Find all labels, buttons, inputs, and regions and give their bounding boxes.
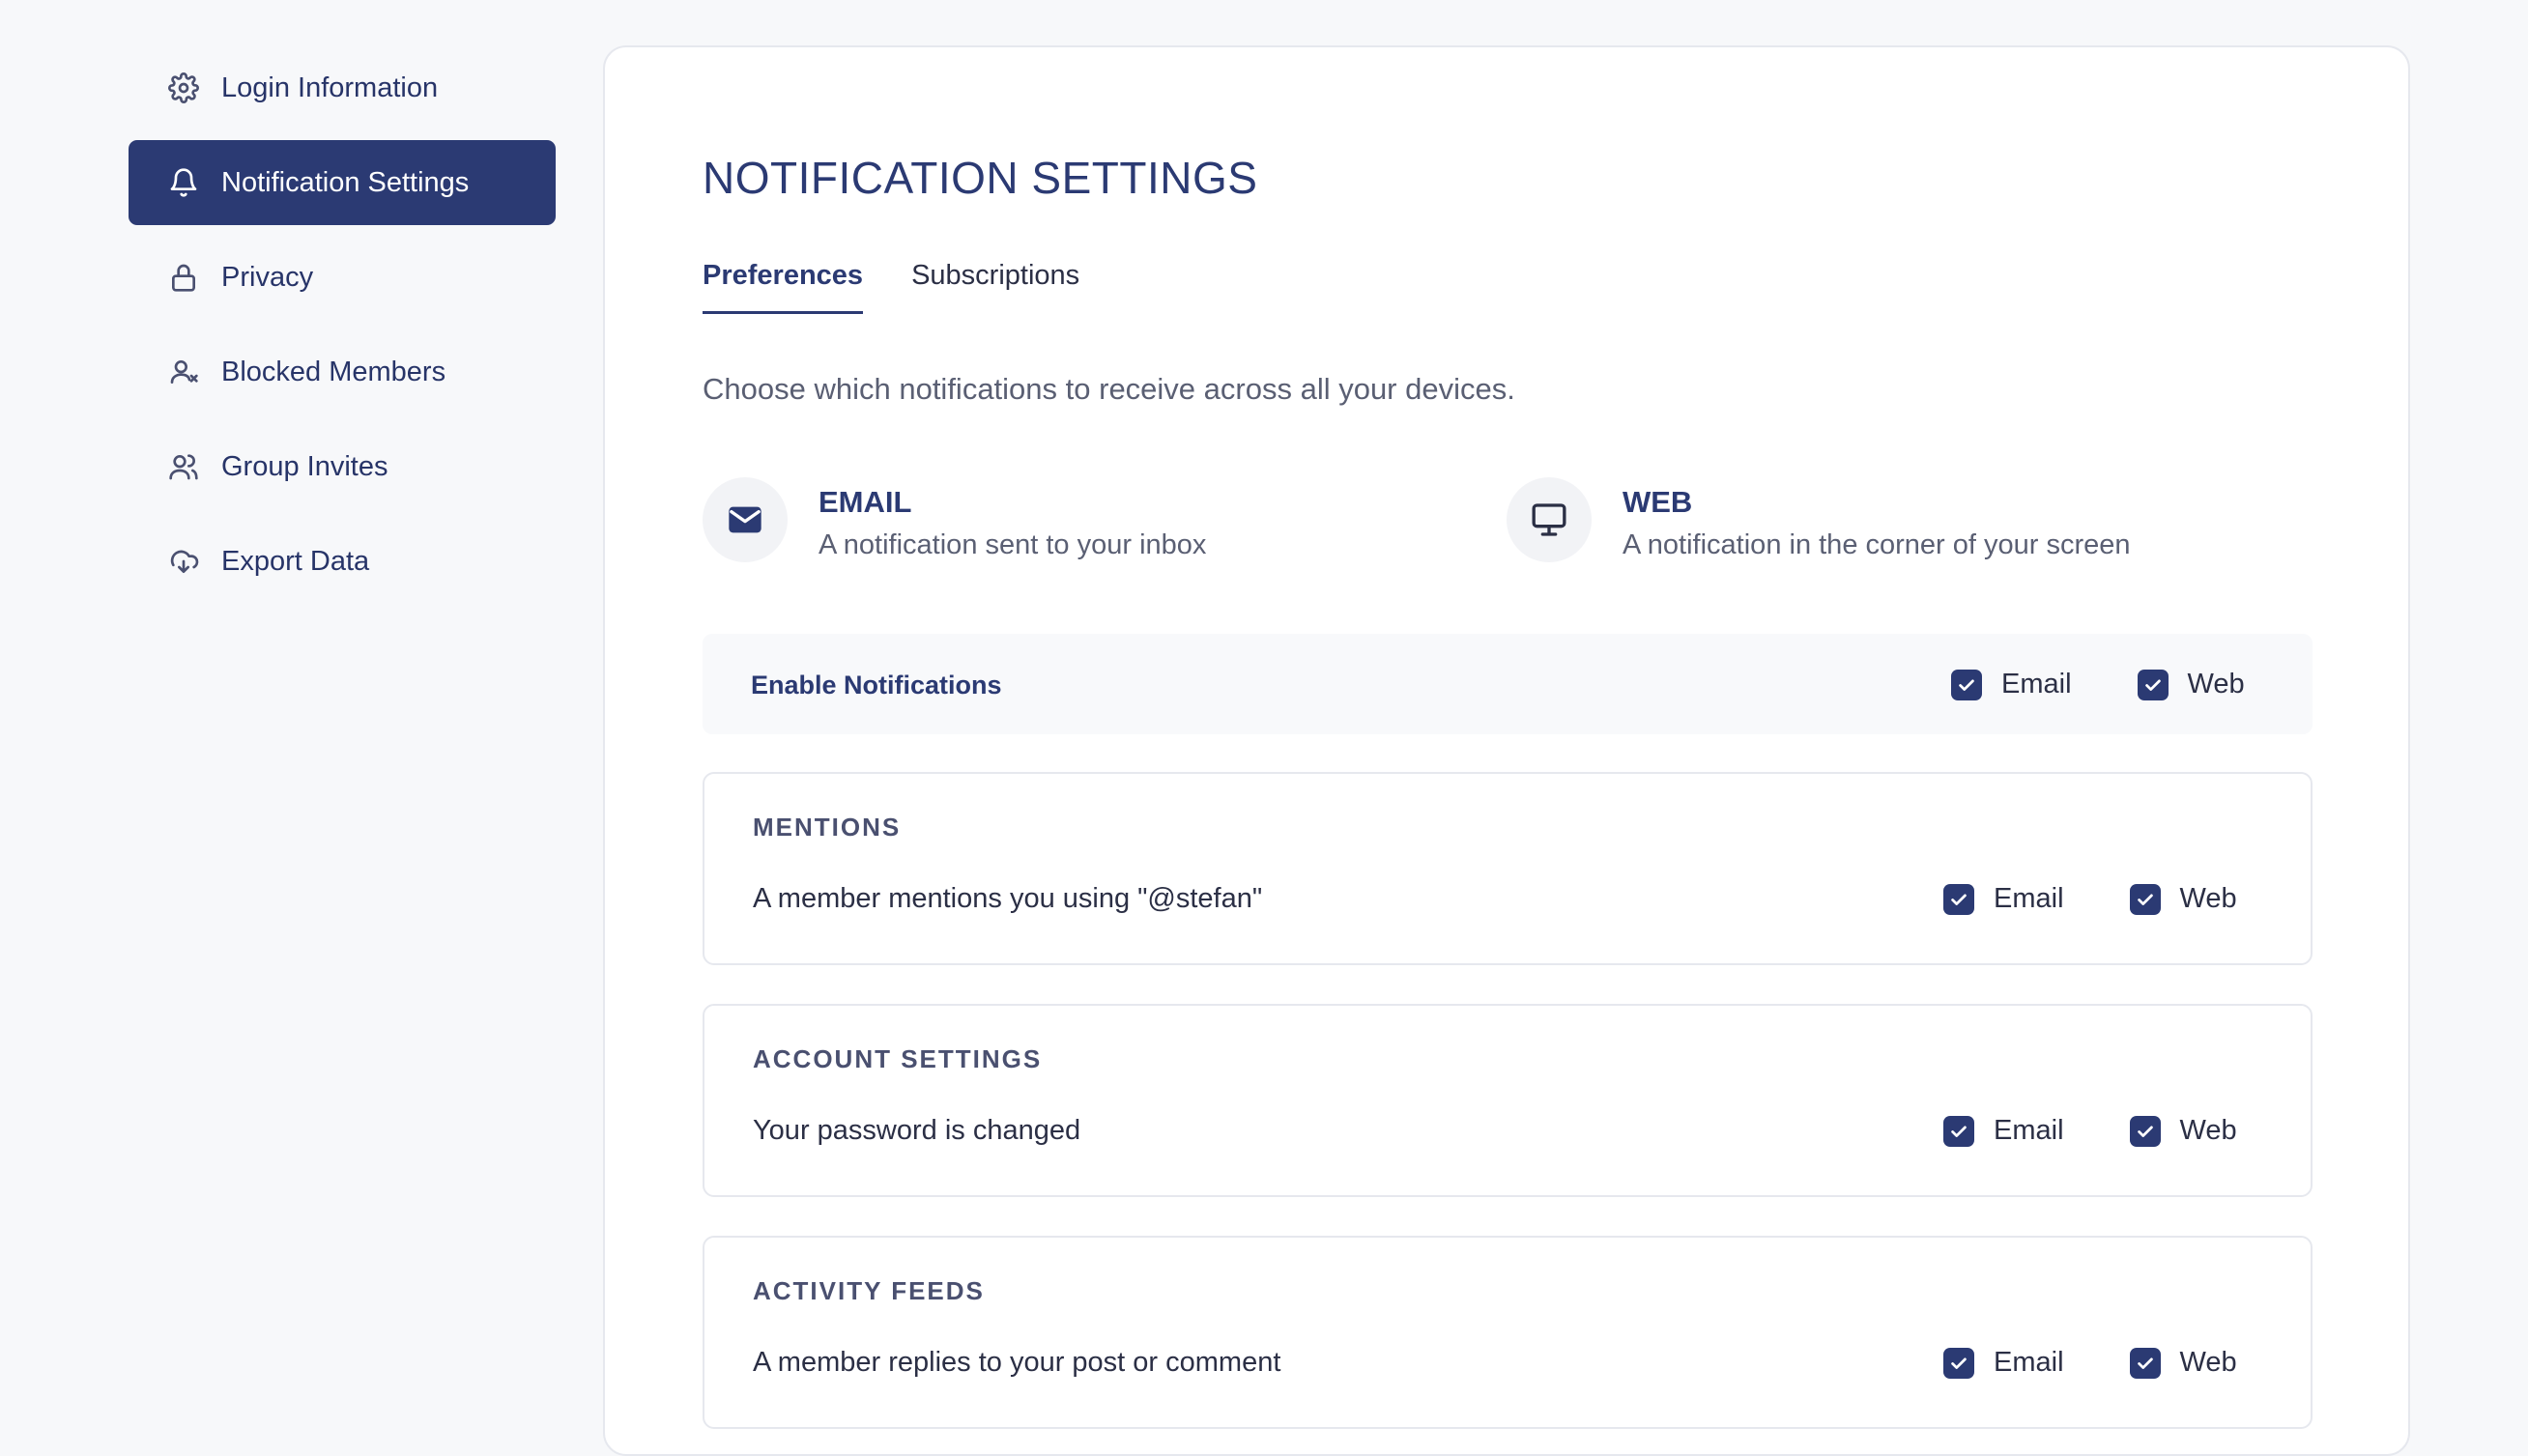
lock-icon [167, 261, 200, 294]
channel-description: A notification sent to your inbox [819, 529, 1207, 560]
users-icon [167, 450, 200, 483]
section-title: ACTIVITY FEEDS [753, 1276, 985, 1305]
settings-card: NOTIFICATION SETTINGS Preferences Subscr… [603, 45, 2410, 1456]
enable-email-checkbox[interactable]: Email [1951, 669, 2072, 700]
checkmark-icon [1943, 1115, 1974, 1147]
channel-email: EMAIL A notification sent to your inbox [703, 477, 1206, 562]
checkbox-label: Web [2179, 1347, 2237, 1378]
mentions-email-checkbox[interactable]: Email [1943, 883, 2064, 915]
channel-title: EMAIL [819, 485, 912, 519]
enable-checks: Email Web [1951, 669, 2245, 700]
section-title: ACCOUNT SETTINGS [753, 1044, 1043, 1073]
account-email-checkbox[interactable]: Email [1943, 1115, 2064, 1147]
checkmark-icon [2129, 1115, 2161, 1147]
channel-title: WEB [1623, 485, 1693, 519]
user-blocked-icon [167, 356, 200, 388]
section-checks: Email Web [1943, 1115, 2237, 1147]
channel-web: WEB A notification in the corner of your… [1507, 477, 2131, 562]
sidebar-item-label: Export Data [221, 545, 370, 577]
activity-email-checkbox[interactable]: Email [1943, 1347, 2064, 1379]
activity-web-checkbox[interactable]: Web [2129, 1347, 2237, 1379]
sidebar-item-blocked-members[interactable]: Blocked Members [129, 329, 556, 414]
checkmark-icon [1951, 669, 1982, 700]
cloud-download-icon [167, 545, 200, 578]
tab-subscriptions[interactable]: Subscriptions [911, 260, 1079, 314]
page-title: NOTIFICATION SETTINGS [703, 153, 1258, 203]
monitor-icon [1507, 477, 1592, 562]
account-web-checkbox[interactable]: Web [2129, 1115, 2237, 1147]
envelope-icon [703, 477, 788, 562]
checkbox-label: Web [2179, 1115, 2237, 1146]
sidebar-nav: Login Information Notification Settings … [129, 45, 556, 614]
bell-icon [167, 166, 200, 199]
sidebar-item-login-information[interactable]: Login Information [129, 45, 556, 130]
sidebar-item-label: Privacy [221, 261, 314, 293]
section-description: A member mentions you using "@stefan" [753, 883, 1263, 914]
section-account-settings: ACCOUNT SETTINGS Your password is change… [703, 1004, 2313, 1197]
section-mentions: MENTIONS A member mentions you using "@s… [703, 772, 2313, 965]
section-description: Your password is changed [753, 1115, 1081, 1146]
gear-icon [167, 71, 200, 104]
sidebar-item-label: Blocked Members [221, 356, 446, 387]
checkbox-label: Web [2187, 669, 2245, 699]
channel-description: A notification in the corner of your scr… [1623, 529, 2131, 560]
checkbox-label: Email [1994, 1347, 2064, 1378]
tab-bar: Preferences Subscriptions [703, 260, 1128, 314]
section-description: A member replies to your post or comment [753, 1347, 1281, 1378]
checkmark-icon [2137, 669, 2169, 700]
checkmark-icon [2129, 1347, 2161, 1379]
enable-web-checkbox[interactable]: Web [2137, 669, 2245, 700]
sidebar-item-privacy[interactable]: Privacy [129, 235, 556, 320]
checkbox-label: Email [1994, 883, 2064, 914]
section-title: MENTIONS [753, 813, 902, 842]
section-activity-feeds: ACTIVITY FEEDS A member replies to your … [703, 1236, 2313, 1429]
checkmark-icon [1943, 883, 1974, 915]
checkbox-label: Web [2179, 883, 2237, 914]
sidebar-item-group-invites[interactable]: Group Invites [129, 424, 556, 509]
checkmark-icon [2129, 883, 2161, 915]
checkmark-icon [1943, 1347, 1974, 1379]
enable-notifications-label: Enable Notifications [751, 671, 1002, 699]
section-checks: Email Web [1943, 883, 2237, 915]
sidebar-item-export-data[interactable]: Export Data [129, 519, 556, 604]
sidebar-item-label: Login Information [221, 71, 439, 103]
checkbox-label: Email [1994, 1115, 2064, 1146]
mentions-web-checkbox[interactable]: Web [2129, 883, 2237, 915]
intro-text: Choose which notifications to receive ac… [703, 372, 1515, 406]
sidebar-item-notification-settings[interactable]: Notification Settings [129, 140, 556, 225]
enable-notifications-row: Enable Notifications Email Web [703, 634, 2313, 734]
sidebar-item-label: Group Invites [221, 450, 388, 482]
sidebar-item-label: Notification Settings [221, 166, 470, 198]
tab-preferences[interactable]: Preferences [703, 260, 864, 314]
section-checks: Email Web [1943, 1347, 2237, 1379]
checkbox-label: Email [2001, 669, 2072, 699]
